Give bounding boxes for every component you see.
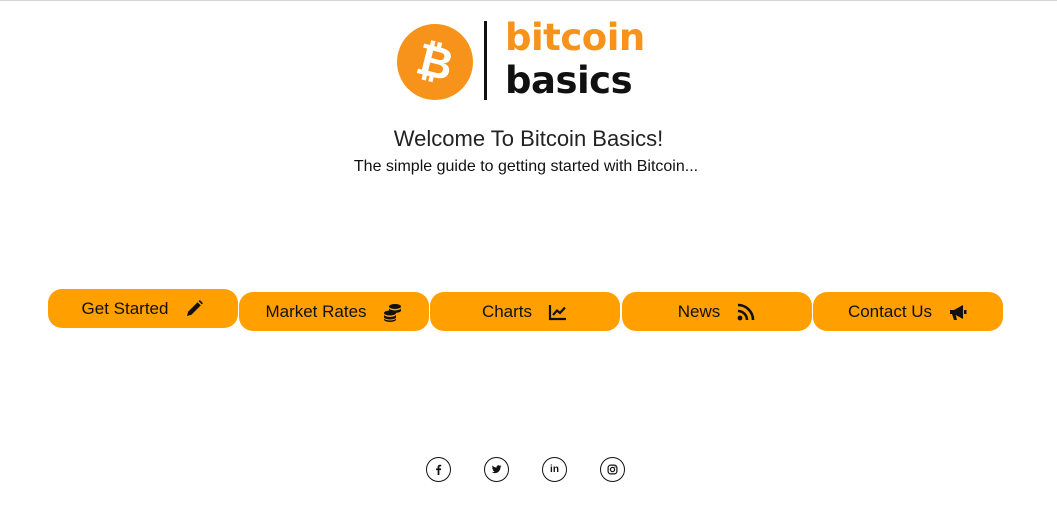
instagram-icon [607,464,618,475]
get-started-button[interactable]: Get Started [48,289,238,328]
linkedin-link[interactable]: in [542,457,567,482]
line-chart-icon [548,302,568,322]
rss-icon [736,302,756,322]
page-title: Welcome To Bitcoin Basics! [393,126,664,151]
nav-label-market-rates: Market Rates [265,301,367,321]
megaphone-icon [948,302,968,322]
instagram-link[interactable] [600,457,625,482]
pencil-icon [184,299,204,319]
facebook-link[interactable] [426,457,451,482]
site-logo[interactable]: ₿ bitcoin basics [397,16,657,102]
nav-label-charts: Charts [481,301,533,321]
linkedin-icon: in [550,464,559,475]
news-button[interactable]: News [622,292,812,331]
twitter-link[interactable] [484,457,509,482]
contact-us-button[interactable]: Contact Us [813,292,1003,331]
nav-label-news: News [677,301,721,321]
bitcoin-coin-icon: ₿ [397,24,473,100]
charts-button[interactable]: Charts [430,292,620,331]
nav-label-get-started: Get Started [81,298,169,318]
logo-divider [484,21,487,100]
top-border [0,0,1057,1]
logo-word-bitcoin: bitcoin [505,16,645,59]
market-rates-button[interactable]: Market Rates [239,292,429,331]
page-subtitle: The simple guide to getting started with… [353,158,699,175]
twitter-icon [491,465,502,474]
logo-word-basics: basics [505,59,633,102]
nav-label-contact-us: Contact Us [847,301,933,321]
facebook-icon [436,464,442,475]
coins-icon [383,302,403,322]
